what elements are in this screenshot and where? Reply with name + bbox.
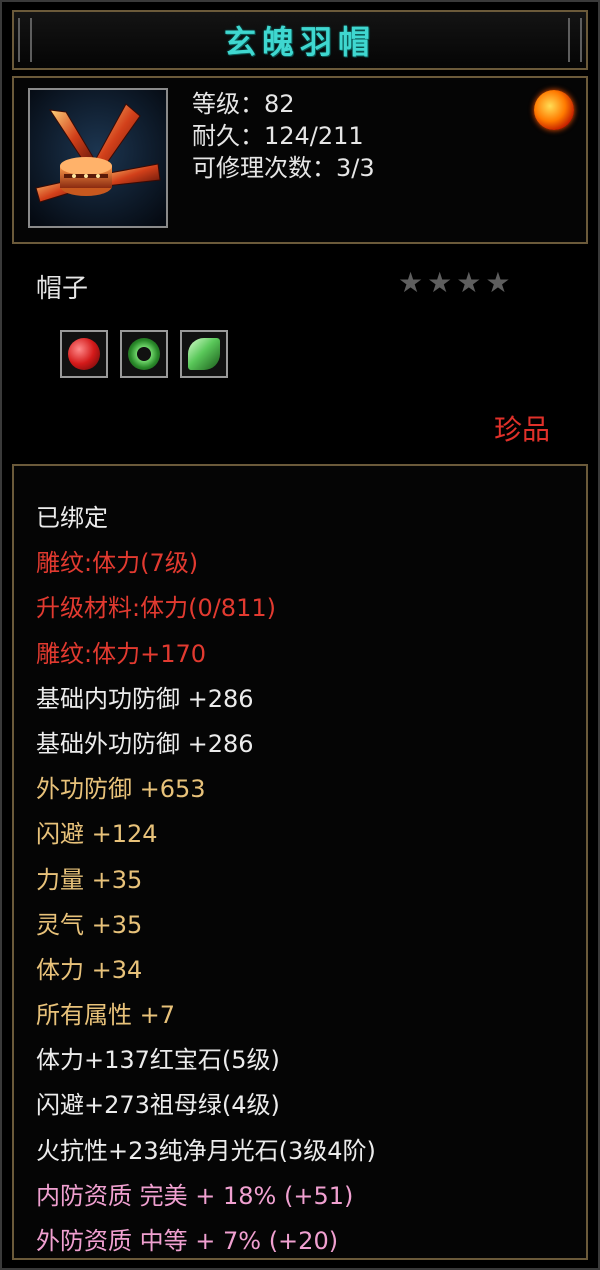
item-level: 等级：82 [192,90,295,118]
star-icon: ★ [427,266,453,299]
attribute-line: 外防资质 中等 + 7% (+20) [36,1227,339,1255]
green-leaf-gem-icon[interactable] [180,330,228,378]
attribute-list: 已绑定雕纹:体力(7级) 升级材料:体力(0/811) 雕纹:体力+170 基础内功防… [36,496,376,1264]
star-rating: ★ ★ ★ ★ [398,268,510,298]
attribute-line: 雕纹:体力+170 [36,639,207,668]
attribute-line: 闪避 +124 [36,820,158,849]
item-name: 玄魄羽帽 [223,23,376,61]
star-icon: ★ [398,266,424,299]
attribute-line: 雕纹:体力(7级) [36,549,199,578]
item-header-panel: 等级：82 耐久：124/211 可修理次数：3/3 [12,76,588,244]
attribute-line: 基础外功防御 +286 [36,729,254,758]
attributes-panel: 已绑定雕纹:体力(7级) 升级材料:体力(0/811) 雕纹:体力+170 基础内功防… [12,464,588,1260]
star-icon: ★ [485,266,511,299]
item-durability: 耐久：124/211 [192,122,364,150]
attribute-line: 升级材料:体力(0/811) [36,594,276,623]
rank-orb-icon [534,90,574,130]
gem-sockets [60,330,228,378]
attribute-line: 闪避+273祖母绿(4级) [36,1091,280,1120]
hat-item-icon [28,88,168,228]
item-tooltip: 玄魄羽帽 等级：82 耐久：124/211 可修理次数：3/3 帽子 ★ ★ ★… [0,0,600,1270]
quality-label: 珍品 [494,413,551,446]
attribute-line: 基础内功防御 +286 [36,684,254,713]
attribute-line: 体力+137红宝石(5级) [36,1046,280,1075]
item-stats: 等级：82 耐久：124/211 可修理次数：3/3 [192,88,375,184]
attribute-line: 力量 +35 [36,865,143,894]
item-repairs: 可修理次数：3/3 [192,154,375,182]
title-bar: 玄魄羽帽 [12,10,588,70]
attribute-line: 体力 +34 [36,955,143,984]
item-type: 帽子 [36,274,89,304]
attribute-line: 内防资质 完美 + 18% (+51) [36,1181,354,1210]
attribute-line: 外功防御 +653 [36,775,206,804]
attribute-line: 所有属性 +7 [36,1001,176,1030]
star-icon: ★ [456,266,482,299]
attribute-line: 灵气 +35 [36,910,143,939]
green-ring-gem-icon[interactable] [120,330,168,378]
red-gem-icon[interactable] [60,330,108,378]
attribute-line: 已绑定 [36,504,108,532]
attribute-line: 火抗性+23纯净月光石(3级4阶) [36,1136,376,1165]
